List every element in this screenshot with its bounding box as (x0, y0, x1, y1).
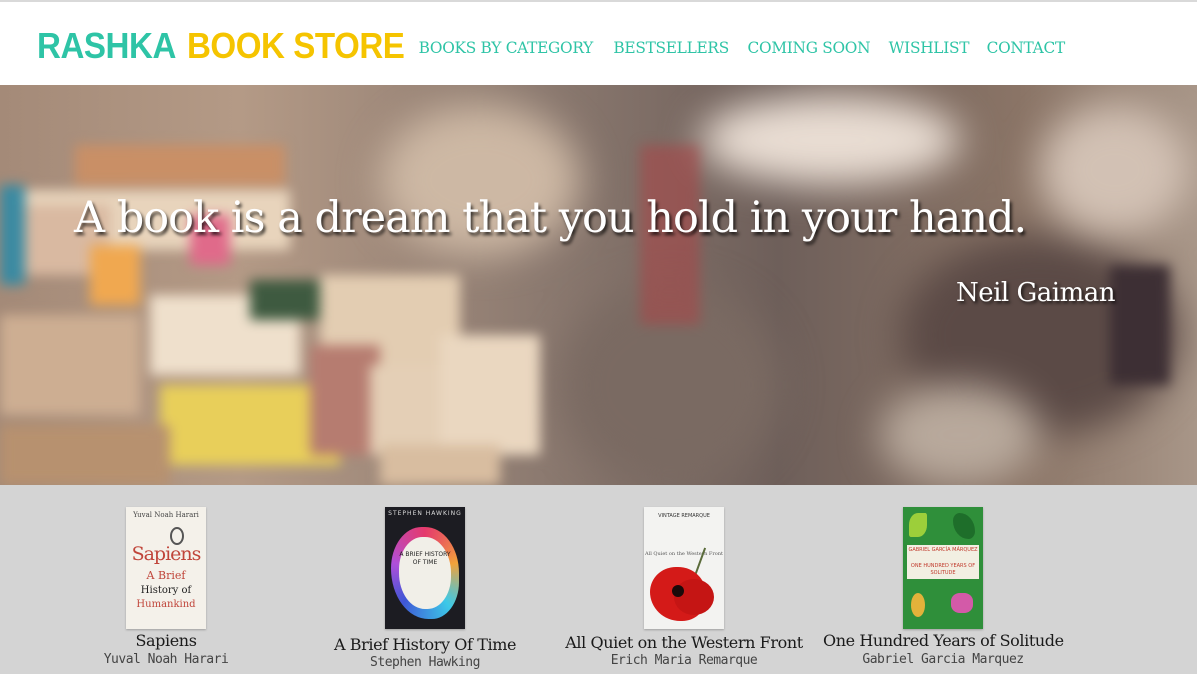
featured-books: Yuval Noah Harari Sapiens A Brief Histor… (0, 485, 1197, 674)
logo-word-rashka: RASHKA (37, 25, 176, 66)
nav-wishlist[interactable]: WISHLIST (888, 38, 969, 57)
hero-quote-author: Neil Gaiman (955, 278, 1116, 308)
site-logo[interactable]: RASHKA BOOK STORE (37, 24, 405, 68)
site-header: RASHKA BOOK STORE BOOKS BY CATEGORY BESTS… (0, 2, 1197, 85)
book-title[interactable]: All Quiet on the Western Front (564, 633, 804, 652)
book-title[interactable]: Sapiens (46, 631, 286, 650)
hero-quote: A book is a dream that you hold in your … (74, 193, 1027, 243)
book-author: Erich Maria Remarque (610, 653, 758, 668)
book-author: Stephen Hawking (370, 655, 480, 670)
book-cover-sapiens[interactable]: Yuval Noah Harari Sapiens A Brief Histor… (126, 507, 206, 629)
book-title[interactable]: One Hundred Years of Solitude (823, 631, 1064, 650)
nav-coming-soon[interactable]: COMING SOON (748, 38, 871, 57)
hero-banner: A book is a dream that you hold in your … (0, 85, 1197, 485)
book-cover-all-quiet[interactable]: VINTAGE REMARQUE All Quiet on the Wester… (644, 507, 724, 629)
book-cover-solitude[interactable]: GABRIEL GARCÍA MÁRQUEZ ONE HUNDRED YEARS… (903, 507, 983, 629)
logo-word-bookstore: BOOK STORE (186, 25, 405, 66)
book-cover-brief-history[interactable]: STEPHEN HAWKING A BRIEF HISTORY OF TIME (385, 507, 465, 629)
main-nav: BOOKS BY CATEGORY BESTSELLERS COMING SOO… (415, 38, 1066, 57)
book-author: Yuval Noah Harari (103, 652, 229, 667)
book-author: Gabriel Garcia Marquez (862, 652, 1024, 667)
nav-books-by-category[interactable]: BOOKS BY CATEGORY (419, 38, 594, 57)
nav-bestsellers[interactable]: BESTSELLERS (613, 38, 729, 57)
book-title[interactable]: A Brief History Of Time (305, 635, 545, 654)
nav-contact[interactable]: CONTACT (986, 38, 1065, 57)
